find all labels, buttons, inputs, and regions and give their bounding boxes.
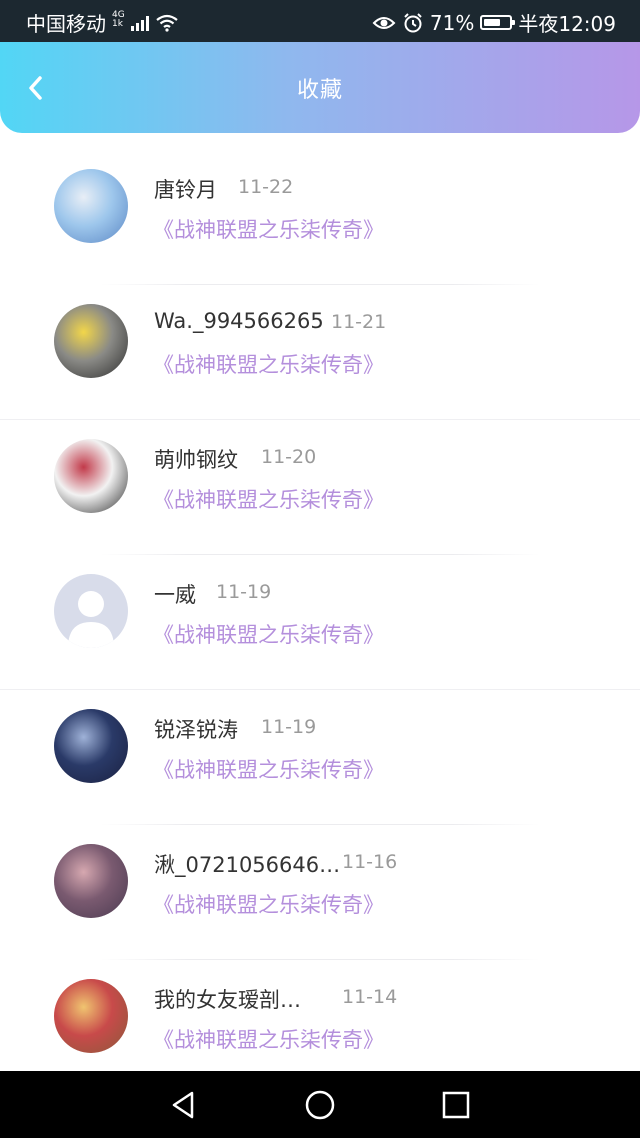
favorites-list: 唐铃月 11-22 《战神联盟之乐柒传奇》 Wa._994566265 11-21 《战神… — [0, 150, 640, 1095]
network-type-indicator: 4G 1k — [112, 9, 125, 29]
avatar[interactable] — [54, 844, 128, 918]
user-name: 唐铃月 — [154, 178, 217, 202]
date-label: 11-16 — [342, 851, 398, 873]
circle-home-icon[interactable] — [304, 1089, 336, 1121]
square-recents-icon[interactable] — [440, 1089, 472, 1121]
date-label: 11-19 — [261, 716, 317, 738]
user-name: 湫_0721056646… — [154, 853, 341, 877]
wifi-icon — [156, 14, 178, 32]
battery-percent: 71% — [429, 10, 475, 35]
alarm-icon — [404, 12, 422, 32]
signal-icon — [130, 15, 149, 31]
avatar[interactable] — [54, 439, 128, 513]
date-label: 11-21 — [331, 311, 387, 333]
eye-comfort-icon — [372, 16, 396, 29]
avatar[interactable] — [54, 709, 128, 783]
date-label: 11-22 — [238, 176, 294, 198]
clock: 半夜12:09 — [518, 12, 616, 36]
avatar[interactable] — [54, 574, 128, 648]
date-label: 11-19 — [216, 581, 272, 603]
user-name: 锐泽锐涛 — [154, 718, 238, 742]
book-title-link[interactable]: 《战神联盟之乐柒传奇》 — [153, 214, 384, 244]
triangle-back-icon[interactable] — [168, 1089, 200, 1121]
book-title-link[interactable]: 《战神联盟之乐柒传奇》 — [153, 889, 384, 919]
book-title-link[interactable]: 《战神联盟之乐柒传奇》 — [153, 484, 384, 514]
avatar[interactable] — [54, 979, 128, 1053]
user-name: 一威 — [154, 583, 196, 607]
favorite-list-item[interactable]: 锐泽锐涛 11-19 《战神联盟之乐柒传奇》 — [0, 690, 640, 825]
system-nav-bar — [0, 1071, 640, 1138]
book-title-link[interactable]: 《战神联盟之乐柒传奇》 — [153, 1024, 384, 1054]
carrier-label: 中国移动 — [26, 12, 106, 36]
battery-icon — [480, 15, 516, 30]
book-title-link[interactable]: 《战神联盟之乐柒传奇》 — [153, 754, 384, 784]
book-title-link[interactable]: 《战神联盟之乐柒传奇》 — [153, 349, 384, 379]
avatar[interactable] — [54, 169, 128, 243]
status-bar: 中国移动 4G 1k 71% 半夜12:09 — [0, 0, 640, 42]
user-name: 萌帅钢纹 — [154, 448, 238, 472]
favorite-list-item[interactable]: 唐铃月 11-22 《战神联盟之乐柒传奇》 — [0, 150, 640, 285]
page-title: 收藏 — [296, 78, 343, 103]
header-bar: 收藏 — [0, 42, 640, 133]
user-name: Wa._994566265 — [154, 309, 324, 333]
avatar[interactable] — [54, 304, 128, 378]
favorite-list-item[interactable]: 一威 11-19 《战神联盟之乐柒传奇》 — [0, 555, 640, 690]
user-name: 我的女友瑷剖… — [154, 988, 301, 1012]
favorite-list-item[interactable]: 萌帅钢纹 11-20 《战神联盟之乐柒传奇》 — [0, 420, 640, 555]
book-title-link[interactable]: 《战神联盟之乐柒传奇》 — [153, 619, 384, 649]
favorite-list-item[interactable]: Wa._994566265 11-21 《战神联盟之乐柒传奇》 — [0, 285, 640, 420]
date-label: 11-20 — [261, 446, 317, 468]
date-label: 11-14 — [342, 986, 398, 1008]
favorite-list-item[interactable]: 湫_0721056646… 11-16 《战神联盟之乐柒传奇》 — [0, 825, 640, 960]
